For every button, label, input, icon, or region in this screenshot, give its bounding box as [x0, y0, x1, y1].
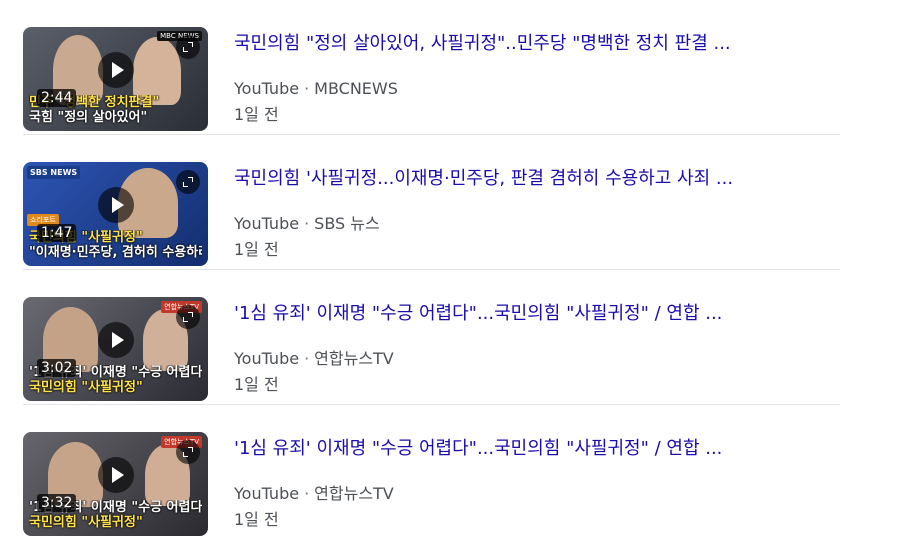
- meta-separator: ·: [304, 214, 310, 233]
- duration-badge: 2:44: [37, 89, 77, 107]
- result-meta: YouTube · MBCNEWS: [234, 79, 398, 99]
- result-title-link[interactable]: '1심 유죄' 이재명 "수긍 어렵다"...국민의힘 "사필귀정" / 연합 …: [234, 303, 834, 325]
- channel-name: 연합뉴스TV: [314, 484, 394, 503]
- channel-name: MBCNEWS: [314, 79, 398, 98]
- result-title-link[interactable]: 국민의힘 '사필귀정...이재명·민주당, 판결 겸허히 수용하고 사죄 ...: [234, 168, 834, 190]
- video-result: '1심 유죄' 이재명 "수긍 어렵다" 국민의힘 "사필귀정" 연합뉴스TV …: [0, 405, 840, 540]
- play-icon[interactable]: [98, 52, 134, 88]
- published-time: 1일 전: [234, 510, 279, 529]
- channel-logo: SBS NEWS: [27, 166, 81, 179]
- duration-badge: 1:47: [37, 224, 77, 242]
- source-name: YouTube: [234, 484, 300, 503]
- play-icon[interactable]: [98, 187, 134, 223]
- expand-icon[interactable]: [176, 440, 200, 464]
- expand-icon[interactable]: [176, 35, 200, 59]
- result-title-link[interactable]: 국민의힘 "정의 살아있어, 사필귀정"..민주당 "명백한 정치 판결 ...: [234, 33, 834, 55]
- published-time: 1일 전: [234, 105, 279, 124]
- video-result: '1심 유죄' 이재명 "수긍 어렵다" 국민의힘 "사필귀정" 연합뉴스TV …: [0, 270, 840, 405]
- video-thumbnail[interactable]: 국민의힘 "사필귀정" "이재명·민주당, 겸허히 수용하라" SBS NEWS…: [23, 162, 208, 266]
- source-name: YouTube: [234, 214, 300, 233]
- video-thumbnail[interactable]: 민주 "명백한 정치판결" 국힘 "정의 살아있어" MBC NEWS 2:44: [23, 27, 208, 131]
- channel-name: 연합뉴스TV: [314, 349, 394, 368]
- result-meta: YouTube · 연합뉴스TV: [234, 349, 394, 369]
- video-results-list: 민주 "명백한 정치판결" 국힘 "정의 살아있어" MBC NEWS 2:44…: [0, 0, 919, 551]
- published-time: 1일 전: [234, 375, 279, 394]
- duration-badge: 3:32: [37, 494, 77, 512]
- video-thumbnail[interactable]: '1심 유죄' 이재명 "수긍 어렵다" 국민의힘 "사필귀정" 연합뉴스TV …: [23, 432, 208, 536]
- expand-icon[interactable]: [176, 305, 200, 329]
- expand-icon[interactable]: [176, 170, 200, 194]
- meta-separator: ·: [304, 484, 310, 503]
- result-meta: YouTube · 연합뉴스TV: [234, 484, 394, 504]
- video-thumbnail[interactable]: '1심 유죄' 이재명 "수긍 어렵다" 국민의힘 "사필귀정" 연합뉴스TV …: [23, 297, 208, 401]
- meta-separator: ·: [304, 349, 310, 368]
- play-icon[interactable]: [98, 322, 134, 358]
- published-time: 1일 전: [234, 240, 279, 259]
- play-icon[interactable]: [98, 457, 134, 493]
- channel-name: SBS 뉴스: [314, 214, 380, 233]
- source-name: YouTube: [234, 349, 300, 368]
- duration-badge: 3:02: [37, 359, 77, 377]
- source-name: YouTube: [234, 79, 300, 98]
- video-result: 국민의힘 "사필귀정" "이재명·민주당, 겸허히 수용하라" SBS NEWS…: [0, 135, 840, 270]
- result-meta: YouTube · SBS 뉴스: [234, 214, 380, 234]
- result-title-link[interactable]: '1심 유죄' 이재명 "수긍 어렵다"...국민의힘 "사필귀정" / 연합 …: [234, 438, 834, 460]
- meta-separator: ·: [304, 79, 310, 98]
- video-result: 민주 "명백한 정치판결" 국힘 "정의 살아있어" MBC NEWS 2:44…: [0, 0, 840, 135]
